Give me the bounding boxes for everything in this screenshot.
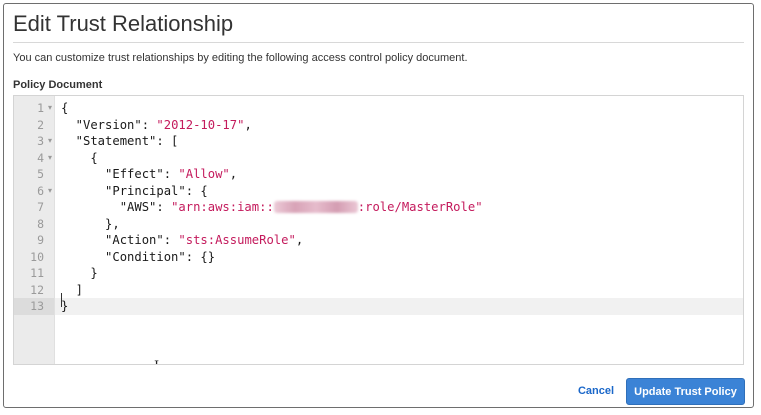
line-number-gutter: 1 ▾ 2 3 ▾ 4 ▾ 5 6 ▾ 7 8 9 10 11 12 13 — [14, 96, 55, 364]
code-row[interactable]: { — [55, 100, 743, 117]
fold-toggle-icon[interactable]: ▾ — [48, 133, 52, 150]
gutter-row: 1 ▾ — [14, 100, 54, 117]
code-token: , — [244, 117, 252, 132]
code-token: "Statement": [ — [61, 134, 179, 148]
line-number: 6 — [37, 183, 44, 198]
code-token: , — [229, 167, 238, 181]
code-line: { — [61, 150, 98, 167]
code-token: } — [61, 299, 69, 313]
code-row[interactable]: "Effect": "Allow", — [55, 166, 743, 183]
code-string-token: "sts:AssumeRole" — [178, 233, 296, 247]
line-number: 13 — [30, 299, 44, 313]
line-number: 8 — [37, 216, 44, 231]
code-line: "Condition": {} — [61, 249, 215, 266]
gutter-row: 8 — [14, 216, 54, 233]
cancel-button[interactable]: Cancel — [568, 378, 624, 404]
code-row[interactable]: } — [55, 265, 743, 282]
code-string-token: "Allow" — [178, 167, 230, 181]
code-line: "Action": "sts:AssumeRole", — [61, 232, 303, 249]
update-trust-policy-button[interactable]: Update Trust Policy — [626, 378, 745, 405]
code-string-token: "2012-10-17" — [156, 117, 245, 132]
dialog-title: Edit Trust Relationship — [13, 11, 234, 36]
gutter-row: 4 ▾ — [14, 150, 54, 167]
gutter-row: 9 — [14, 232, 54, 249]
code-row[interactable]: "Principal": { — [55, 183, 743, 200]
code-token: }, — [61, 216, 120, 231]
line-number: 12 — [30, 282, 44, 297]
line-number: 2 — [37, 117, 44, 132]
code-line: } — [61, 265, 98, 282]
code-line: "Statement": [ — [61, 133, 179, 150]
gutter-row: 7 — [14, 199, 54, 216]
code-line: { — [61, 100, 68, 117]
code-row[interactable]: "Condition": {} — [55, 249, 743, 266]
line-number: 5 — [37, 167, 44, 181]
line-number: 10 — [30, 249, 44, 264]
gutter-row: 5 — [14, 166, 54, 183]
code-token: "AWS": — [61, 200, 172, 214]
code-token: , — [295, 233, 304, 247]
code-token: { — [61, 101, 69, 115]
code-row[interactable]: }, — [55, 216, 743, 233]
code-row[interactable]: "Version": "2012-10-17", — [55, 117, 743, 134]
gutter-row: 2 — [14, 117, 54, 134]
line-number: 9 — [37, 233, 44, 247]
gutter-row: 12 — [14, 282, 54, 299]
policy-document-editor[interactable]: 1 ▾ 2 3 ▾ 4 ▾ 5 6 ▾ 7 8 9 10 11 12 13 { "Version": "2012… — [13, 95, 744, 365]
code-token: ] — [61, 282, 84, 297]
gutter-row: 13 — [14, 298, 54, 315]
code-row[interactable]: "AWS": "arn:aws:iam:::role/MasterRole" — [55, 199, 743, 216]
code-string-token: "arn:aws:iam:: — [171, 200, 274, 214]
code-token: "Action": — [61, 233, 179, 247]
code-line: ] — [61, 282, 83, 299]
gutter-row: 10 — [14, 249, 54, 266]
fold-toggle-icon[interactable]: ▾ — [48, 100, 52, 117]
code-token: } — [61, 266, 98, 280]
code-row[interactable]: "Statement": [ — [55, 133, 743, 150]
gutter-row: 6 ▾ — [14, 183, 54, 200]
redacted-account-id — [273, 201, 358, 213]
ibeam-cursor-icon: I — [154, 360, 159, 365]
code-token: "Condition": {} — [61, 249, 216, 264]
code-line: "Principal": { — [61, 183, 208, 200]
code-token: "Version": — [61, 117, 157, 132]
code-line: "Effect": "Allow", — [61, 166, 237, 183]
code-row[interactable]: { — [55, 150, 743, 167]
code-row[interactable]: "Action": "sts:AssumeRole", — [55, 232, 743, 249]
policy-document-label: Policy Document — [13, 79, 103, 91]
code-string-token: :role/MasterRole" — [357, 200, 483, 214]
code-line: }, — [61, 216, 120, 233]
line-number: 7 — [37, 200, 44, 214]
dialog-description: You can customize trust relationships by… — [13, 52, 468, 64]
code-line: "AWS": "arn:aws:iam:::role/MasterRole" — [61, 199, 483, 216]
gutter-row: 3 ▾ — [14, 133, 54, 150]
line-number: 3 — [37, 134, 44, 148]
fold-toggle-icon[interactable]: ▾ — [48, 183, 52, 200]
code-token: "Effect": — [61, 167, 179, 181]
title-divider — [13, 42, 744, 43]
fold-toggle-icon[interactable]: ▾ — [48, 150, 52, 167]
line-number: 11 — [30, 266, 44, 280]
code-line: } — [61, 298, 68, 315]
code-token: "Principal": { — [61, 183, 208, 198]
code-row[interactable]: ] — [55, 282, 743, 299]
code-line: "Version": "2012-10-17", — [61, 117, 252, 134]
gutter-row: 11 — [14, 265, 54, 282]
code-row[interactable]: } — [55, 298, 743, 315]
line-number: 4 — [37, 150, 44, 165]
text-caret — [61, 293, 62, 307]
edit-trust-relationship-dialog: Edit Trust Relationship You can customiz… — [3, 3, 754, 408]
code-token: { — [61, 150, 98, 165]
line-number: 1 — [37, 101, 44, 115]
code-area[interactable]: { "Version": "2012-10-17", "Statement": … — [55, 96, 743, 364]
